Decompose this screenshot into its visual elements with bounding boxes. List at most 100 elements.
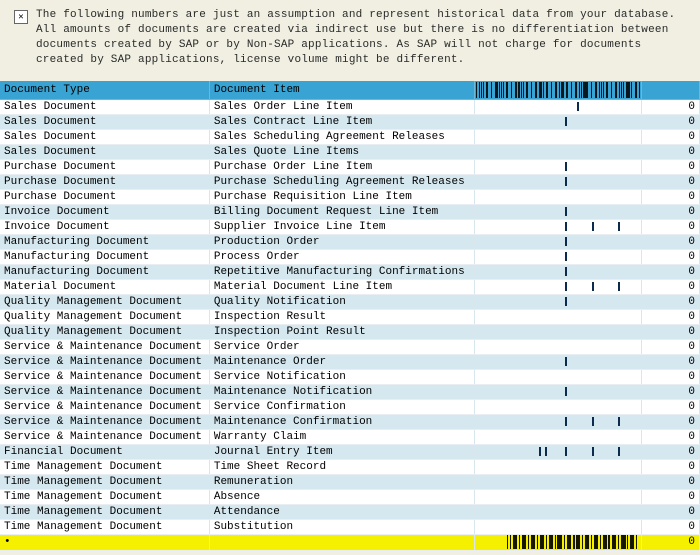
cell-bar bbox=[474, 114, 641, 129]
cell-document-type: Material Document bbox=[0, 279, 209, 294]
cell-document-type: Quality Management Document bbox=[0, 324, 209, 339]
cell-document-type: Invoice Document bbox=[0, 204, 209, 219]
cell-bar bbox=[474, 399, 641, 414]
cell-document-item: Warranty Claim bbox=[209, 429, 474, 444]
cell-count: 0 bbox=[641, 294, 699, 309]
table-row[interactable]: Purchase DocumentPurchase Order Line Ite… bbox=[0, 159, 700, 174]
table-row[interactable]: Sales DocumentSales Scheduling Agreement… bbox=[0, 129, 700, 144]
table-row[interactable]: Service & Maintenance DocumentMaintenanc… bbox=[0, 414, 700, 429]
cell-bar bbox=[474, 429, 641, 444]
cell-document-item: Attendance bbox=[209, 504, 474, 519]
cell-document-type: Sales Document bbox=[0, 129, 209, 144]
cell-count: 0 bbox=[641, 204, 699, 219]
cell-count: 0 bbox=[641, 414, 699, 429]
table-row[interactable]: Sales DocumentSales Quote Line Items 0 bbox=[0, 144, 700, 159]
cell-count: 0 bbox=[641, 459, 699, 474]
header-document-type[interactable]: Document Type bbox=[0, 81, 209, 99]
cell-count: 0 bbox=[641, 114, 699, 129]
cell-document-item: Purchase Order Line Item bbox=[209, 159, 474, 174]
cell-count: 0 bbox=[641, 189, 699, 204]
cell-bar bbox=[474, 279, 641, 294]
table-row[interactable]: Manufacturing DocumentProduction Order0 bbox=[0, 234, 700, 249]
table-row[interactable]: Service & Maintenance DocumentMaintenanc… bbox=[0, 384, 700, 399]
table-row[interactable]: Manufacturing DocumentRepetitive Manufac… bbox=[0, 264, 700, 279]
cell-document-item: Service Confirmation bbox=[209, 399, 474, 414]
cell-count: 0 bbox=[641, 144, 699, 159]
cell-document-type: Invoice Document bbox=[0, 219, 209, 234]
cell-count: 0 bbox=[641, 429, 699, 444]
cell-bar bbox=[474, 189, 641, 204]
cell-bar bbox=[474, 204, 641, 219]
cell-document-type: Financial Document bbox=[0, 444, 209, 459]
notice-text: The following numbers are just an assump… bbox=[36, 8, 686, 67]
close-icon[interactable]: ✕ bbox=[14, 10, 28, 24]
cell-count: 0 bbox=[641, 174, 699, 189]
table-row[interactable]: Service & Maintenance DocumentService Or… bbox=[0, 339, 700, 354]
table-row[interactable]: Manufacturing DocumentProcess Order0 bbox=[0, 249, 700, 264]
table-row[interactable]: Invoice DocumentBilling Document Request… bbox=[0, 204, 700, 219]
header-document-item[interactable]: Document Item bbox=[209, 81, 474, 99]
cell-document-item: Time Sheet Record bbox=[209, 459, 474, 474]
cell-document-type: Service & Maintenance Document bbox=[0, 384, 209, 399]
table-row[interactable]: Quality Management DocumentQuality Notif… bbox=[0, 294, 700, 309]
cell-bar bbox=[474, 489, 641, 504]
cell-document-type: Quality Management Document bbox=[0, 294, 209, 309]
cell-document-item: Supplier Invoice Line Item bbox=[209, 219, 474, 234]
cell-document-type: Service & Maintenance Document bbox=[0, 369, 209, 384]
cell-document-type: Sales Document bbox=[0, 99, 209, 114]
cell-bar bbox=[474, 174, 641, 189]
cell-document-type: Sales Document bbox=[0, 114, 209, 129]
cell-document-item: Maintenance Notification bbox=[209, 384, 474, 399]
table-row[interactable]: Quality Management DocumentInspection Po… bbox=[0, 324, 700, 339]
footer-barcode-graphic bbox=[507, 535, 637, 549]
table-row[interactable]: Time Management DocumentSubstitution0 bbox=[0, 519, 700, 534]
cell-bar bbox=[474, 264, 641, 279]
cell-bar bbox=[474, 474, 641, 489]
document-license-table: Document Type Document Item Sales Docume… bbox=[0, 81, 700, 551]
cell-count: 0 bbox=[641, 234, 699, 249]
cell-count: 0 bbox=[641, 384, 699, 399]
cell-document-item: Service Order bbox=[209, 339, 474, 354]
table-row[interactable]: Invoice DocumentSupplier Invoice Line It… bbox=[0, 219, 700, 234]
table-row[interactable]: Purchase DocumentPurchase Requisition Li… bbox=[0, 189, 700, 204]
table-row[interactable]: Quality Management DocumentInspection Re… bbox=[0, 309, 700, 324]
cell-bar bbox=[474, 144, 641, 159]
cell-document-type: Service & Maintenance Document bbox=[0, 414, 209, 429]
cell-document-type: Manufacturing Document bbox=[0, 264, 209, 279]
table-row[interactable]: Sales DocumentSales Contract Line Item 0 bbox=[0, 114, 700, 129]
cell-document-type: Time Management Document bbox=[0, 504, 209, 519]
notice-panel: ✕ The following numbers are just an assu… bbox=[0, 0, 700, 81]
table-row[interactable]: Service & Maintenance DocumentService Co… bbox=[0, 399, 700, 414]
table-row[interactable]: Financial DocumentJournal Entry Item0 bbox=[0, 444, 700, 459]
table-row[interactable]: Time Management DocumentRemuneration0 bbox=[0, 474, 700, 489]
table-row[interactable]: Service & Maintenance DocumentService No… bbox=[0, 369, 700, 384]
cell-document-item: Absence bbox=[209, 489, 474, 504]
table-row[interactable]: Material DocumentMaterial Document Line … bbox=[0, 279, 700, 294]
cell-count: 0 bbox=[641, 249, 699, 264]
cell-bar bbox=[474, 384, 641, 399]
table-row[interactable]: Time Management DocumentAbsence0 bbox=[0, 489, 700, 504]
header-bar[interactable] bbox=[474, 81, 641, 99]
table-row[interactable]: Purchase DocumentPurchase Scheduling Agr… bbox=[0, 174, 700, 189]
cell-count: 0 bbox=[641, 219, 699, 234]
cell-document-item: Material Document Line Item bbox=[209, 279, 474, 294]
table-row[interactable]: Sales DocumentSales Order Line Item0 bbox=[0, 99, 700, 114]
cell-document-item: Repetitive Manufacturing Confirmations bbox=[209, 264, 474, 279]
table-row[interactable]: Service & Maintenance DocumentMaintenanc… bbox=[0, 354, 700, 369]
cell-bar bbox=[474, 249, 641, 264]
cell-document-item: Service Notification bbox=[209, 369, 474, 384]
header-count[interactable] bbox=[641, 81, 699, 99]
cell-document-item: Billing Document Request Line Item bbox=[209, 204, 474, 219]
cell-document-item: Substitution bbox=[209, 519, 474, 534]
cell-document-item: Maintenance Order bbox=[209, 354, 474, 369]
table-row[interactable]: Time Management DocumentTime Sheet Recor… bbox=[0, 459, 700, 474]
cell-document-type: Purchase Document bbox=[0, 189, 209, 204]
cell-document-item: Purchase Scheduling Agreement Releases bbox=[209, 174, 474, 189]
cell-document-item: Purchase Requisition Line Item bbox=[209, 189, 474, 204]
cell-document-type: Sales Document bbox=[0, 144, 209, 159]
table-row[interactable]: Service & Maintenance DocumentWarranty C… bbox=[0, 429, 700, 444]
cell-document-item: Sales Quote Line Items bbox=[209, 144, 474, 159]
table-row[interactable]: Time Management DocumentAttendance0 bbox=[0, 504, 700, 519]
cell-document-item: Production Order bbox=[209, 234, 474, 249]
cell-document-item: Sales Contract Line Item bbox=[209, 114, 474, 129]
